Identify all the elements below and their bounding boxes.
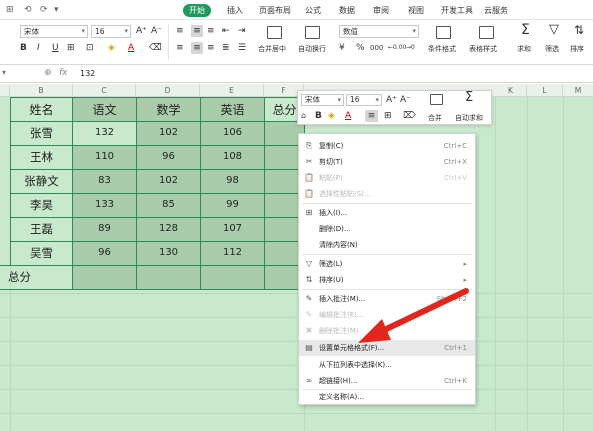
annotation-arrow-icon <box>358 288 469 343</box>
